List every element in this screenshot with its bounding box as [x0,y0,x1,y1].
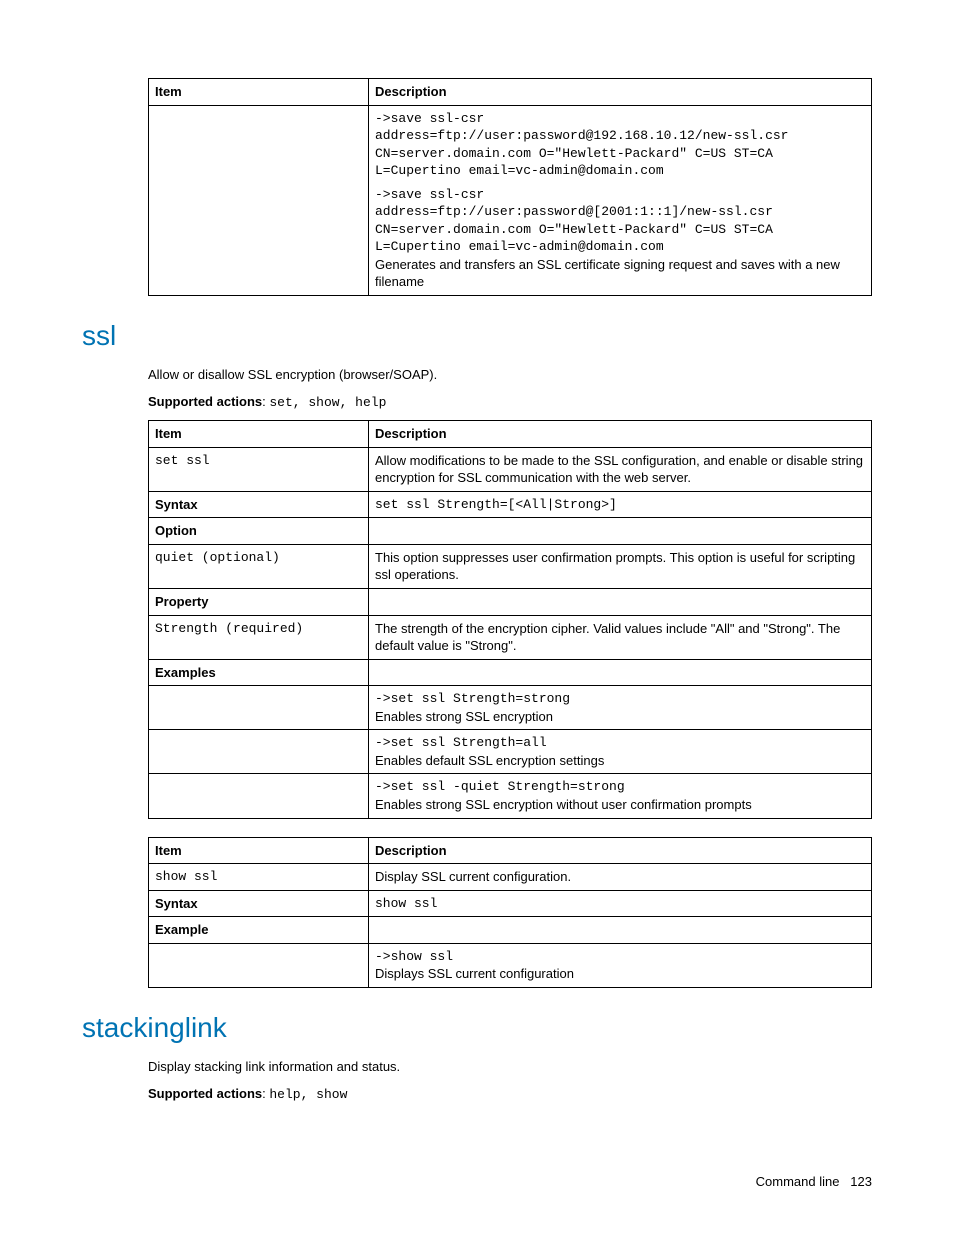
stackinglink-supported-actions: Supported actions: help, show [148,1086,872,1102]
example-description: Enables default SSL encryption settings [375,752,865,770]
table-row: Property [149,589,872,616]
example-command: ->show ssl [375,948,865,966]
code-line: CN=server.domain.com O="Hewlett-Packard"… [375,221,865,239]
page-footer: Command line 123 [756,1174,872,1189]
table-row: Examples [149,659,872,686]
command-name: show ssl [149,864,369,891]
table-header-description: Description [369,837,872,864]
table-row: Syntax set ssl Strength=[<All|Strong>] [149,491,872,518]
table-row: Syntax show ssl [149,890,872,917]
syntax-label: Syntax [149,890,369,917]
code-line: L=Cupertino email=vc-admin@domain.com [375,238,865,256]
property-label: Property [149,589,369,616]
table-header-item: Item [149,837,369,864]
supported-actions-label: Supported actions [148,394,262,409]
table-row: ->set ssl -quiet Strength=strong Enables… [149,774,872,818]
supported-actions-value: set, show, help [269,395,386,410]
option-label: Option [149,518,369,545]
code-line: address=ftp://user:password@192.168.10.1… [375,127,865,145]
table-row: ->show ssl Displays SSL current configur… [149,943,872,987]
command-description: Display SSL current configuration. [369,864,872,891]
examples-label: Examples [149,659,369,686]
table-show-ssl: Item Description show ssl Display SSL cu… [148,837,872,988]
ssl-intro: Allow or disallow SSL encryption (browse… [148,366,872,384]
table-ssl-csr-examples: Item Description ->save ssl-csr address=… [148,78,872,296]
option-description: This option suppresses user confirmation… [369,544,872,588]
table-header-description: Description [369,421,872,448]
table-header-description: Description [369,79,872,106]
example-description: Enables strong SSL encryption without us… [375,796,865,814]
table-row: quiet (optional) This option suppresses … [149,544,872,588]
syntax-value: show ssl [369,890,872,917]
supported-actions-label: Supported actions [148,1086,262,1101]
example-description: Enables strong SSL encryption [375,708,865,726]
option-name: quiet (optional) [149,544,369,588]
code-line: L=Cupertino email=vc-admin@domain.com [375,162,865,180]
table-row: ->set ssl Strength=strong Enables strong… [149,686,872,730]
table-header-item: Item [149,79,369,106]
section-heading-ssl: ssl [82,320,872,352]
ssl-supported-actions: Supported actions: set, show, help [148,394,872,410]
footer-label: Command line [756,1174,840,1189]
example-description: Displays SSL current configuration [375,965,865,983]
code-line: address=ftp://user:password@[2001:1::1]/… [375,203,865,221]
example-command: ->set ssl Strength=strong [375,690,865,708]
table-row: Example [149,917,872,944]
table-row: set ssl Allow modifications to be made t… [149,447,872,491]
command-description: Allow modifications to be made to the SS… [369,447,872,491]
property-description: The strength of the encryption cipher. V… [369,615,872,659]
syntax-label: Syntax [149,491,369,518]
table-header-item: Item [149,421,369,448]
code-line: CN=server.domain.com O="Hewlett-Packard"… [375,145,865,163]
code-line: ->save ssl-csr [375,186,865,204]
table-row: ->set ssl Strength=all Enables default S… [149,730,872,774]
page-number: 123 [850,1174,872,1189]
example-label: Example [149,917,369,944]
table-row: ->save ssl-csr address=ftp://user:passwo… [149,105,872,295]
property-name: Strength (required) [149,615,369,659]
section-heading-stackinglink: stackinglink [82,1012,872,1044]
table-row: Option [149,518,872,545]
table-row: Strength (required) The strength of the … [149,615,872,659]
code-line: ->save ssl-csr [375,110,865,128]
example-command: ->set ssl Strength=all [375,734,865,752]
command-name: set ssl [149,447,369,491]
example-description: Generates and transfers an SSL certifica… [375,256,865,291]
supported-actions-value: help, show [269,1087,347,1102]
example-command: ->set ssl -quiet Strength=strong [375,778,865,796]
table-row: show ssl Display SSL current configurati… [149,864,872,891]
syntax-value: set ssl Strength=[<All|Strong>] [369,491,872,518]
table-set-ssl: Item Description set ssl Allow modificat… [148,420,872,818]
stackinglink-intro: Display stacking link information and st… [148,1058,872,1076]
